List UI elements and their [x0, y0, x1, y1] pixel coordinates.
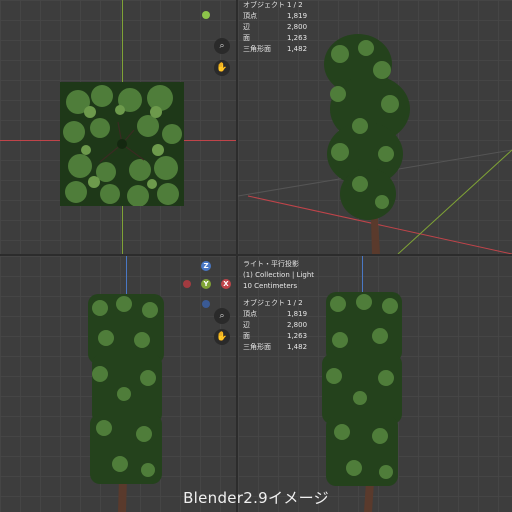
gizmo-x-axis[interactable]: X [221, 279, 231, 289]
magnifier-icon[interactable]: ⌕ [214, 308, 230, 324]
stat-label: 面 [243, 34, 250, 42]
stat-value: 1,263 [287, 332, 308, 340]
tree-top-view [60, 82, 184, 206]
view-info: ライト・平行投影 (1) Collection | Light 10 Centi… [243, 259, 314, 292]
gizmo-neg-x[interactable] [183, 280, 191, 288]
gizmo-neg-z[interactable] [202, 300, 210, 308]
image-caption: Blender2.9イメージ [183, 489, 329, 507]
hand-icon[interactable]: ✋ [214, 329, 230, 345]
tree-front-view [88, 294, 164, 512]
hand-icon[interactable]: ✋ [214, 60, 230, 76]
stat-value: 1,263 [287, 34, 308, 42]
stat-label: オブジェクト [243, 1, 285, 9]
tree-side-view [322, 292, 402, 512]
stat-label: 辺 [243, 321, 250, 329]
z-axis-line [362, 256, 363, 296]
viewport-top-left[interactable] [0, 0, 236, 254]
view-scale-label: 10 Centimeters [243, 282, 298, 290]
viewport-top-right[interactable]: オブジェクト 1 / 2 頂点 1,819 辺 2,800 面 1,263 三角形面 1,… [238, 0, 512, 254]
viewport-divider-horizontal[interactable] [0, 254, 512, 256]
magnifier-icon[interactable]: ⌕ [214, 38, 230, 54]
viewport-bottom-left[interactable] [0, 256, 236, 512]
stat-label: 三角形面 [243, 45, 271, 53]
stat-label: 頂点 [243, 12, 257, 20]
stat-value: 1 / 2 [287, 1, 303, 9]
stat-label: 頂点 [243, 310, 257, 318]
quad-viewport: オブジェクト 1 / 2 頂点 1,819 辺 2,800 面 1,263 三角形面 1,… [0, 0, 512, 512]
stat-value: 2,800 [287, 321, 308, 329]
scene-stats-top: オブジェクト 1 / 2 頂点 1,819 辺 2,800 面 1,263 三角形面 1,… [243, 0, 307, 55]
scene-stats-bottom: オブジェクト 1 / 2 頂点 1,819 辺 2,800 面 1,263 三角形面 1,… [243, 298, 307, 353]
view-projection-label: ライト・平行投影 [243, 260, 299, 268]
gizmo-y-axis[interactable]: Y [201, 279, 211, 289]
stat-value: 1,482 [287, 45, 308, 53]
stat-label: 三角形面 [243, 343, 271, 351]
view-collection-label: (1) Collection | Light [243, 271, 315, 279]
stat-value: 1,819 [287, 310, 308, 318]
stat-label: 面 [243, 332, 250, 340]
viewport-bottom-right[interactable]: ライト・平行投影 (1) Collection | Light 10 Centi… [238, 256, 512, 512]
stat-label: 辺 [243, 23, 250, 31]
viewport-divider-vertical[interactable] [236, 0, 238, 512]
y-gizmo-dot[interactable] [202, 11, 210, 19]
stat-label: オブジェクト [243, 299, 285, 307]
stat-value: 2,800 [287, 23, 308, 31]
stat-value: 1 / 2 [287, 299, 303, 307]
stat-value: 1,819 [287, 12, 308, 20]
tree-perspective [324, 34, 410, 254]
gizmo-z-axis[interactable]: Z [201, 261, 211, 271]
stat-value: 1,482 [287, 343, 308, 351]
